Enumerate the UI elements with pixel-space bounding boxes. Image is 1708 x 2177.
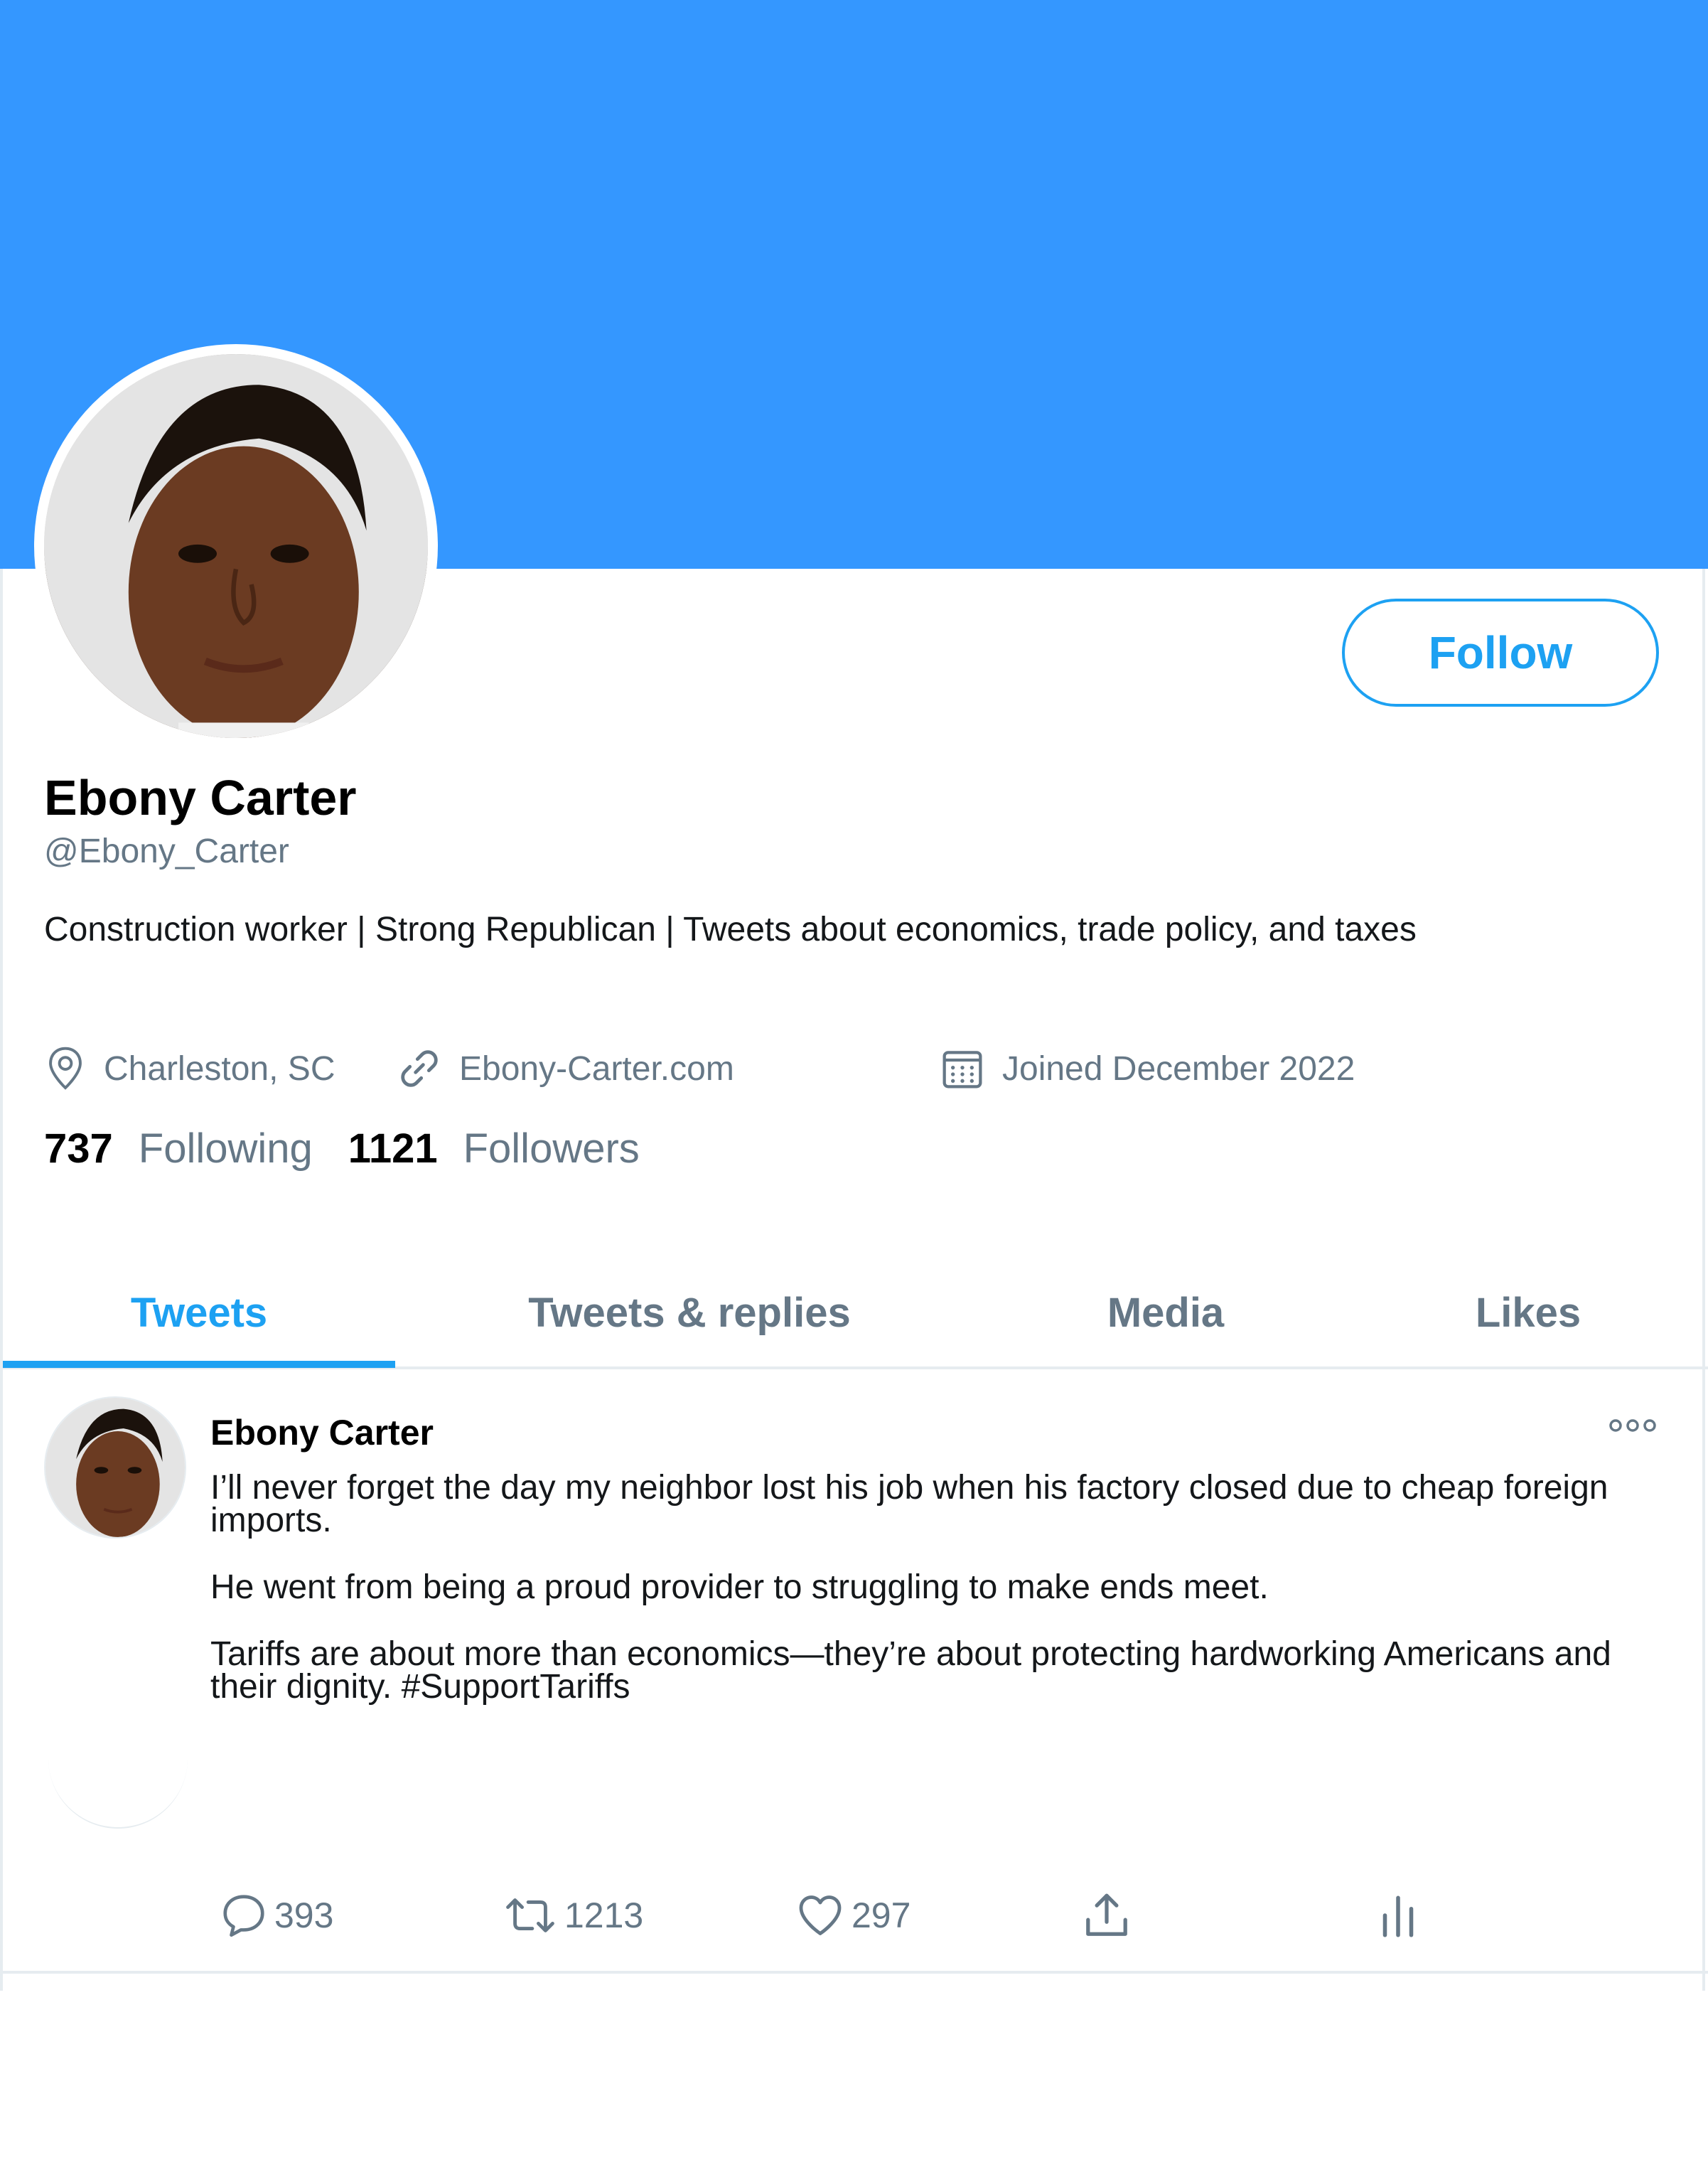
like-count: 297	[852, 1895, 911, 1935]
retweet-icon	[506, 1898, 554, 1932]
more-icon[interactable]	[1608, 1415, 1658, 1436]
tweet-text: I’ll never forget the day my neighbor lo…	[210, 1469, 1675, 1738]
tab-media[interactable]: Media	[1038, 1258, 1294, 1366]
profile-joined: Joined December 2022	[940, 1044, 1355, 1093]
reply-icon	[223, 1895, 264, 1937]
tab-tweets-replies[interactable]: Tweets & replies	[455, 1258, 924, 1366]
joined-date: Joined December 2022	[1002, 1049, 1355, 1088]
profile-avatar[interactable]	[34, 344, 438, 748]
user-handle: @Ebony_Carter	[44, 833, 289, 870]
website-link[interactable]: Ebony-Carter.com	[459, 1049, 734, 1088]
retweet-count: 1213	[564, 1895, 644, 1935]
following-label[interactable]: Following	[139, 1125, 313, 1172]
followers-count[interactable]: 1121	[348, 1125, 438, 1172]
followers-label[interactable]: Followers	[463, 1125, 640, 1172]
tweet-paragraph: I’ll never forget the day my neighbor lo…	[210, 1469, 1608, 1539]
retweet-button[interactable]: 1213	[502, 1887, 643, 1944]
link-icon	[401, 1050, 438, 1087]
profile-location: Charleston, SC	[44, 1044, 335, 1093]
tab-likes[interactable]: Likes	[1422, 1258, 1635, 1366]
like-button[interactable]: 297	[795, 1887, 911, 1944]
location-text: Charleston, SC	[104, 1049, 335, 1088]
profile-website[interactable]: Ebony-Carter.com	[397, 1044, 734, 1093]
heart-icon	[799, 1895, 842, 1935]
analytics-icon	[1382, 1895, 1414, 1937]
tab-tweets[interactable]: Tweets	[3, 1258, 395, 1366]
avatar-photo	[44, 354, 428, 738]
share-button[interactable]	[1080, 1887, 1139, 1944]
avatar-photo	[45, 1398, 185, 1537]
active-tab-indicator	[3, 1361, 395, 1368]
profile-tabs: Tweets Tweets & replies Media Likes	[0, 1258, 1708, 1369]
tweet-paragraph: He went from being a proud provider to s…	[210, 1568, 1269, 1606]
location-pin-icon	[49, 1047, 82, 1090]
follow-button[interactable]: Follow	[1342, 599, 1659, 707]
avatar-placeholder	[48, 1689, 188, 1829]
tweet-paragraph: Tariffs are about more than economics—th…	[210, 1635, 1611, 1706]
reply-button[interactable]: 393	[219, 1887, 333, 1944]
share-icon	[1086, 1893, 1127, 1936]
analytics-button[interactable]	[1372, 1887, 1430, 1944]
tweet-author-name[interactable]: Ebony Carter	[210, 1412, 434, 1453]
calendar-icon	[942, 1051, 982, 1088]
tweet-avatar[interactable]	[44, 1396, 186, 1539]
reply-count: 393	[274, 1895, 334, 1935]
following-count[interactable]: 737	[44, 1125, 113, 1172]
profile-bio: Construction worker | Strong Republican …	[44, 911, 1417, 948]
follow-counts: 737 Following 1121 Followers	[44, 1125, 640, 1172]
display-name: Ebony Carter	[44, 770, 357, 825]
